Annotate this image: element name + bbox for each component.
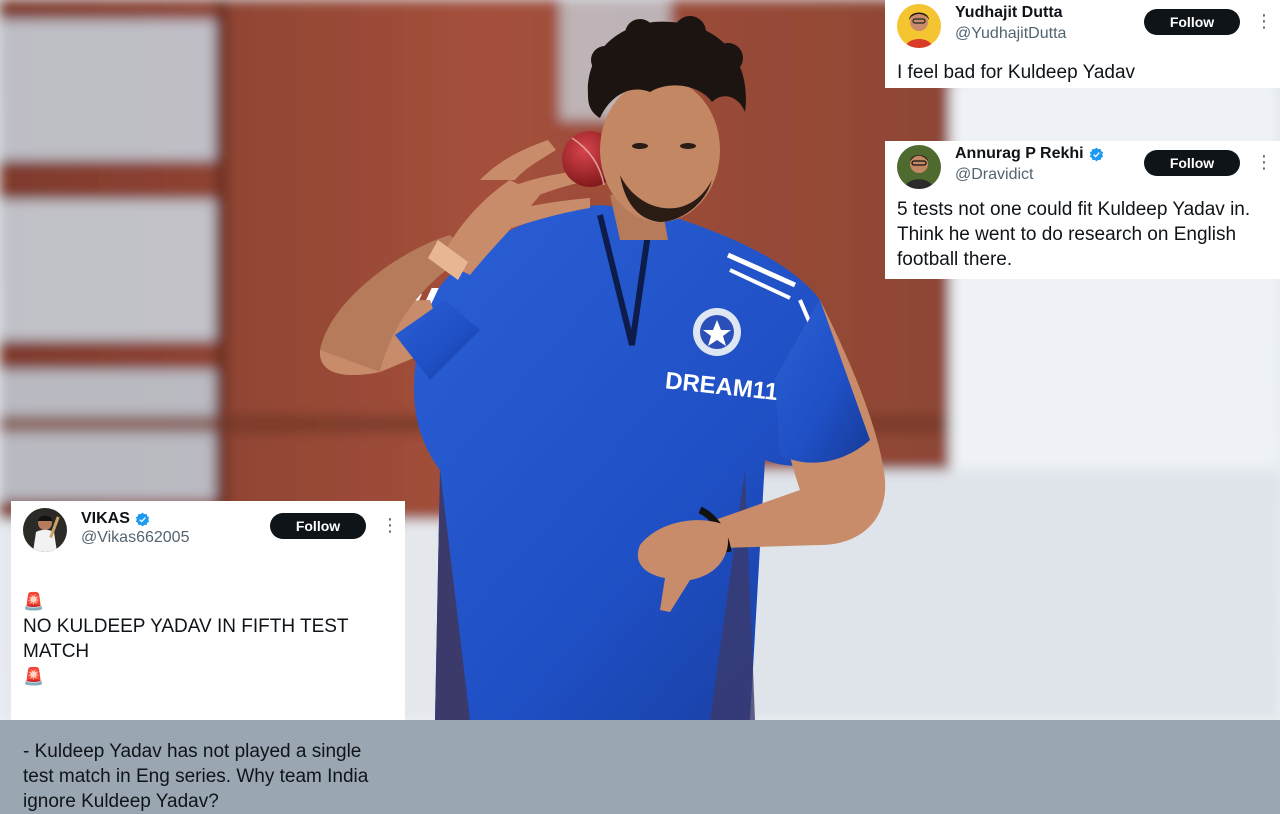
tweet-text: 5 tests not one could fit Kuldeep Yadav … (897, 199, 1251, 270)
tweet-card-annurag: Annurag P Rekhi @Dravidict Follow ⋮ 5 te… (885, 141, 1280, 279)
author-name[interactable]: VIKAS (81, 510, 130, 528)
more-options-icon[interactable]: ⋮ (381, 515, 399, 535)
tweet-text: I feel bad for Kuldeep Yadav (897, 62, 1136, 83)
author-handle[interactable]: @YudhajitDutta (955, 25, 1066, 43)
follow-button[interactable]: Follow (1144, 150, 1240, 176)
tweet-text: 🚨 NO KULDEEP YADAV IN FIFTH TEST MATCH 🚨… (23, 564, 393, 814)
siren-icon: 🚨 (23, 667, 45, 686)
verified-badge-icon (1089, 147, 1103, 161)
tweet-text-line2: - Kuldeep Yadav has not played a single … (23, 741, 369, 812)
avatar[interactable] (23, 508, 67, 552)
follow-button[interactable]: Follow (270, 513, 366, 539)
tweet-header: Annurag P Rekhi @Dravidict Follow ⋮ (885, 141, 1280, 189)
author-handle[interactable]: @Dravidict (955, 166, 1033, 184)
avatar[interactable] (897, 4, 941, 48)
more-options-icon[interactable]: ⋮ (1255, 152, 1273, 172)
tweet-text-line1: NO KULDEEP YADAV IN FIFTH TEST MATCH (23, 616, 349, 662)
author-handle[interactable]: @Vikas662005 (81, 529, 189, 547)
author-name[interactable]: Annurag P Rekhi (955, 145, 1084, 163)
more-options-icon[interactable]: ⋮ (1255, 11, 1273, 31)
verified-badge-icon (135, 512, 150, 526)
tweet-header: VIKAS @Vikas662005 Follow ⋮ (11, 501, 405, 552)
author-name[interactable]: Yudhajit Dutta (955, 4, 1063, 22)
siren-icon: 🚨 (23, 592, 45, 611)
avatar[interactable] (897, 145, 941, 189)
tweet-header: Yudhajit Dutta @YudhajitDutta Follow ⋮ (885, 0, 1280, 48)
tweet-card-yudhajit: Yudhajit Dutta @YudhajitDutta Follow ⋮ I… (885, 0, 1280, 88)
follow-button[interactable]: Follow (1144, 9, 1240, 35)
tweet-card-vikas: VIKAS @Vikas662005 Follow ⋮ 🚨 NO KULDEEP… (11, 501, 405, 812)
